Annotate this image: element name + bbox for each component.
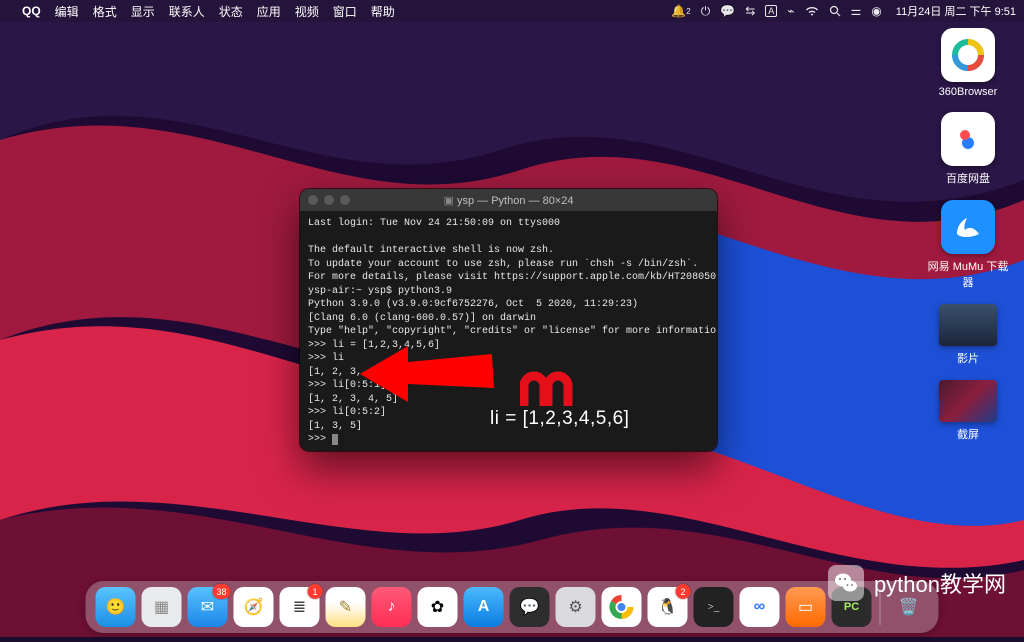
menu-edit[interactable]: 编辑 — [55, 3, 79, 20]
dock-launchpad[interactable]: ▦ — [142, 587, 182, 627]
dock: 🙂 ▦ ✉︎38 🧭 ≣1 ✎ ♪ ✿ A 💬 ⚙︎ 🐧2 >_ ∞ ▭ PC … — [86, 581, 939, 633]
window-titlebar[interactable]: ▣ ysp — Python — 80×24 — [300, 189, 717, 211]
dock-music[interactable]: ♪ — [372, 587, 412, 627]
notification-icon[interactable]: 🔔2 — [671, 4, 690, 18]
clock[interactable]: 11月24日 周二 下午 9:51 — [896, 3, 1016, 19]
close-button[interactable] — [308, 195, 318, 205]
text-cursor — [332, 434, 338, 445]
search-icon[interactable] — [829, 5, 841, 17]
menu-video[interactable]: 视频 — [295, 3, 319, 20]
desktop-icon-label: 网易 MuMu 下载器 — [926, 258, 1010, 290]
watermark-text: python教学网 — [874, 567, 1006, 599]
dock-appstore[interactable]: A — [464, 587, 504, 627]
wechat-icon — [828, 565, 864, 601]
menu-contacts[interactable]: 联系人 — [169, 3, 205, 20]
input-icon[interactable]: A — [765, 5, 777, 17]
folder-icon: ▣ — [444, 195, 454, 207]
app-name[interactable]: QQ — [22, 4, 41, 18]
menu-help[interactable]: 帮助 — [371, 3, 395, 20]
siri-icon[interactable]: ◉ — [871, 4, 881, 18]
menubar: QQ 编辑 格式 显示 联系人 状态 应用 视频 窗口 帮助 🔔2 ⏻ 💬 ⇆ … — [0, 0, 1024, 22]
menu-apps[interactable]: 应用 — [257, 3, 281, 20]
dock-chrome[interactable] — [602, 587, 642, 627]
dock-safari[interactable]: 🧭 — [234, 587, 274, 627]
desktop-icon-label: 百度网盘 — [926, 170, 1010, 186]
wifi-icon[interactable] — [805, 6, 819, 17]
control-center-icon[interactable]: ⚌ — [851, 4, 862, 18]
wechat-status-icon[interactable]: 💬 — [720, 4, 735, 18]
desktop-icon-video[interactable]: 影片 — [926, 304, 1010, 366]
dock-mail[interactable]: ✉︎38 — [188, 587, 228, 627]
watermark: python教学网 — [828, 565, 1006, 601]
menu-view[interactable]: 显示 — [131, 3, 155, 20]
dock-finder[interactable]: 🙂 — [96, 587, 136, 627]
dock-qq[interactable]: 🐧2 — [648, 587, 688, 627]
annotation-arrow — [360, 340, 500, 425]
dock-notes[interactable]: ✎ — [326, 587, 366, 627]
menu-format[interactable]: 格式 — [93, 3, 117, 20]
dock-baidupan[interactable]: ∞ — [740, 587, 780, 627]
desktop-icon-label: 截屏 — [926, 426, 1010, 442]
desktop-icons: 360Browser 百度网盘 网易 MuMu 下载器 影片 截屏 — [926, 28, 1010, 442]
dock-books[interactable]: ▭ — [786, 587, 826, 627]
desktop-icon-label: 影片 — [926, 350, 1010, 366]
zoom-button[interactable] — [340, 195, 350, 205]
dock-photos[interactable]: ✿ — [418, 587, 458, 627]
desktop-icon-360browser[interactable]: 360Browser — [926, 28, 1010, 98]
menu-window[interactable]: 窗口 — [333, 3, 357, 20]
desktop-icon-baidupan[interactable]: 百度网盘 — [926, 112, 1010, 186]
desktop-icon-mumu[interactable]: 网易 MuMu 下载器 — [926, 200, 1010, 290]
dock-settings[interactable]: ⚙︎ — [556, 587, 596, 627]
power-icon[interactable]: ⏻ — [701, 4, 711, 19]
dock-terminal[interactable]: >_ — [694, 587, 734, 627]
sync-icon[interactable]: ⇆ — [745, 4, 755, 18]
desktop-icon-label: 360Browser — [926, 86, 1010, 98]
dock-reminders[interactable]: ≣1 — [280, 587, 320, 627]
desktop-icon-screenshot[interactable]: 截屏 — [926, 380, 1010, 442]
minimize-button[interactable] — [324, 195, 334, 205]
window-title: ysp — Python — 80×24 — [457, 195, 573, 207]
bluetooth-icon[interactable]: ⌁ — [787, 4, 794, 18]
menu-status[interactable]: 状态 — [219, 3, 243, 20]
annotation-logo — [520, 370, 576, 411]
annotation-text: li = [1,2,3,4,5,6] — [490, 408, 629, 430]
dock-wechat[interactable]: 💬 — [510, 587, 550, 627]
